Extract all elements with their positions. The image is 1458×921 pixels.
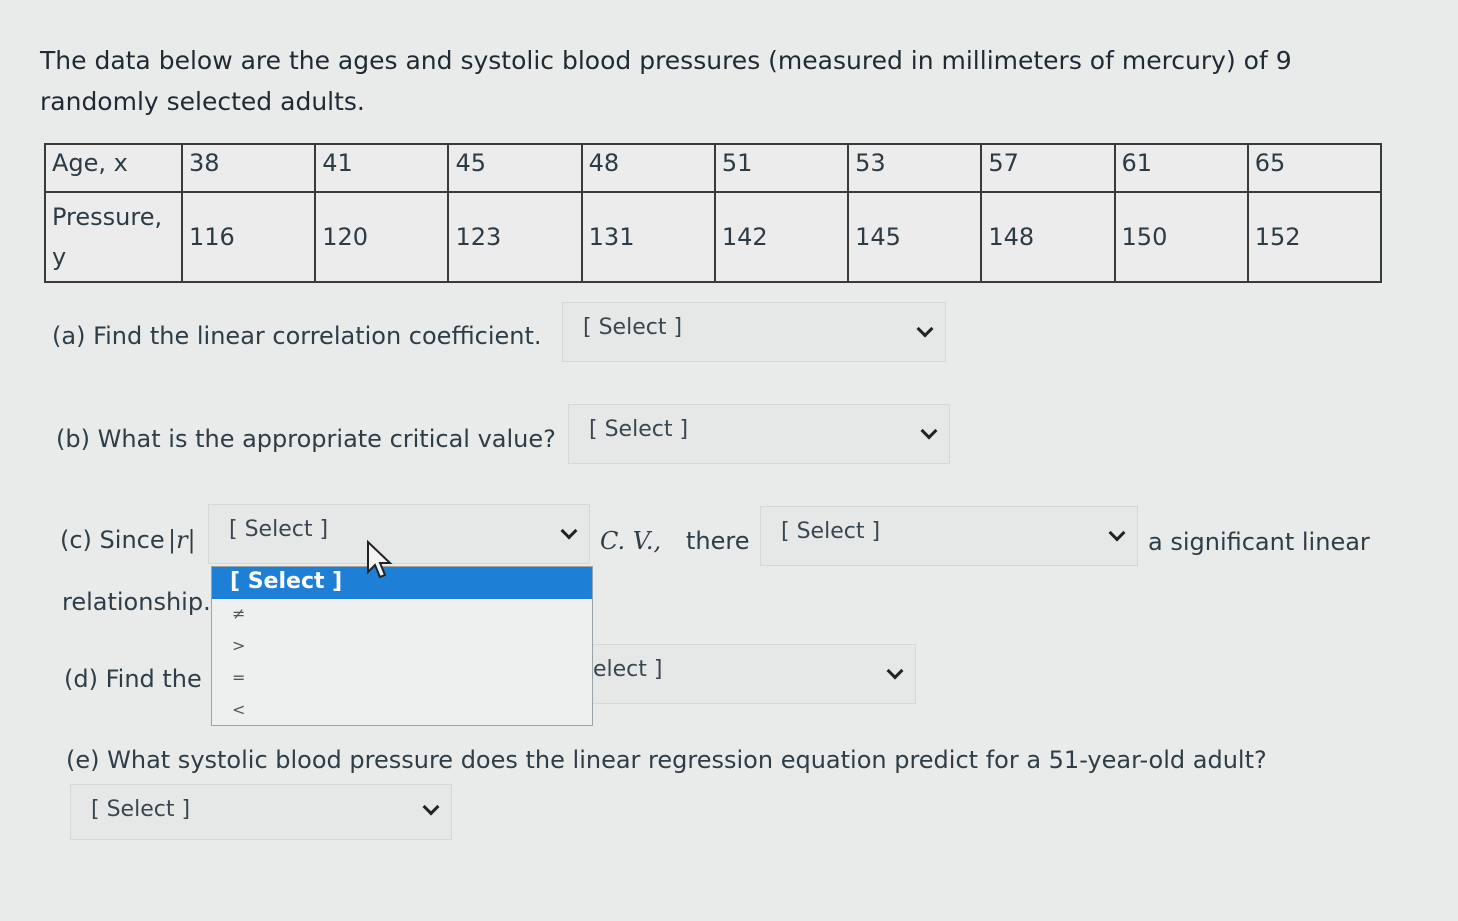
pressure-cell: 142 — [713, 191, 850, 283]
chevron-down-icon — [916, 320, 934, 338]
question-c-suffix: a significant linear — [1148, 528, 1370, 556]
pressure-cell: 120 — [314, 191, 450, 283]
chevron-down-icon — [560, 522, 578, 540]
dropdown-option-greater[interactable]: > — [212, 631, 592, 663]
answer-a-select[interactable]: [ Select ] — [562, 302, 946, 362]
chevron-down-icon — [920, 422, 938, 440]
age-cell: 57 — [980, 143, 1116, 193]
question-d-prefix: (d) Find the — [64, 665, 202, 693]
dropdown-option-select[interactable]: [ Select ] — [212, 567, 592, 599]
dropdown-option-equal[interactable]: = — [212, 663, 592, 695]
pressure-cell: 145 — [847, 191, 983, 283]
age-cell: 48 — [580, 143, 716, 193]
pressure-header: Pressure, y — [44, 191, 183, 283]
age-cell: 51 — [713, 143, 850, 193]
question-c-line2: relationship. — [62, 588, 211, 616]
answer-c-comparison-value: [ Select ] — [229, 517, 329, 542]
pressure-cell: 152 — [1246, 191, 1383, 283]
abs-r-symbol: |r| — [168, 526, 196, 554]
question-b-text: (b) What is the appropriate critical val… — [56, 425, 556, 453]
question-a-text: (a) Find the linear correlation coeffici… — [52, 322, 542, 350]
chevron-down-icon — [1108, 524, 1126, 542]
age-row: Age, x 38 41 45 48 51 53 57 61 65 — [44, 143, 1383, 193]
age-cell: 45 — [447, 143, 583, 193]
pressure-header-line1: Pressure, — [52, 203, 163, 231]
age-header: Age, x — [44, 143, 183, 193]
age-cell: 65 — [1246, 143, 1383, 193]
question-c-there: there — [686, 527, 750, 555]
answer-c-significance-select[interactable]: [ Select ] — [760, 506, 1138, 566]
answer-c-comparison-select[interactable]: [ Select ] — [208, 504, 590, 564]
answer-a-value: [ Select ] — [583, 315, 683, 340]
answer-d-select[interactable]: elect ] — [540, 644, 916, 704]
answer-b-value: [ Select ] — [589, 417, 689, 442]
data-table: Age, x 38 41 45 48 51 53 57 61 65 Pressu… — [44, 143, 1383, 283]
dropdown-option-less[interactable]: < — [212, 695, 592, 727]
pressure-cell: 116 — [180, 191, 317, 283]
chevron-down-icon — [886, 662, 904, 680]
pressure-cell: 131 — [580, 191, 716, 283]
pressure-cell: 123 — [447, 191, 583, 283]
critical-value-symbol: C. V., — [600, 527, 662, 555]
mouse-pointer-icon — [367, 540, 393, 579]
answer-b-select[interactable]: [ Select ] — [568, 404, 950, 464]
question-c-prefix: (c) Since — [60, 526, 165, 554]
age-cell: 61 — [1113, 143, 1249, 193]
pressure-cell: 148 — [980, 191, 1116, 283]
age-cell: 41 — [314, 143, 450, 193]
question-e-text: (e) What systolic blood pressure does th… — [66, 746, 1267, 774]
age-cell: 53 — [847, 143, 983, 193]
answer-e-select[interactable]: [ Select ] — [70, 784, 452, 840]
pressure-row: Pressure, y 116 120 123 131 142 145 148 … — [44, 191, 1383, 283]
pressure-header-line2: y — [52, 243, 67, 271]
pressure-cell: 150 — [1113, 191, 1249, 283]
answer-d-value: elect ] — [593, 657, 663, 682]
age-cell: 38 — [180, 143, 317, 193]
problem-intro: The data below are the ages and systolic… — [40, 46, 1292, 116]
answer-c-significance-value: [ Select ] — [781, 519, 881, 544]
chevron-down-icon — [422, 798, 440, 816]
dropdown-option-not-equal[interactable]: ≠ — [212, 599, 592, 631]
comparison-dropdown-list: [ Select ] ≠ > = < — [211, 566, 593, 726]
answer-e-value: [ Select ] — [91, 797, 191, 822]
